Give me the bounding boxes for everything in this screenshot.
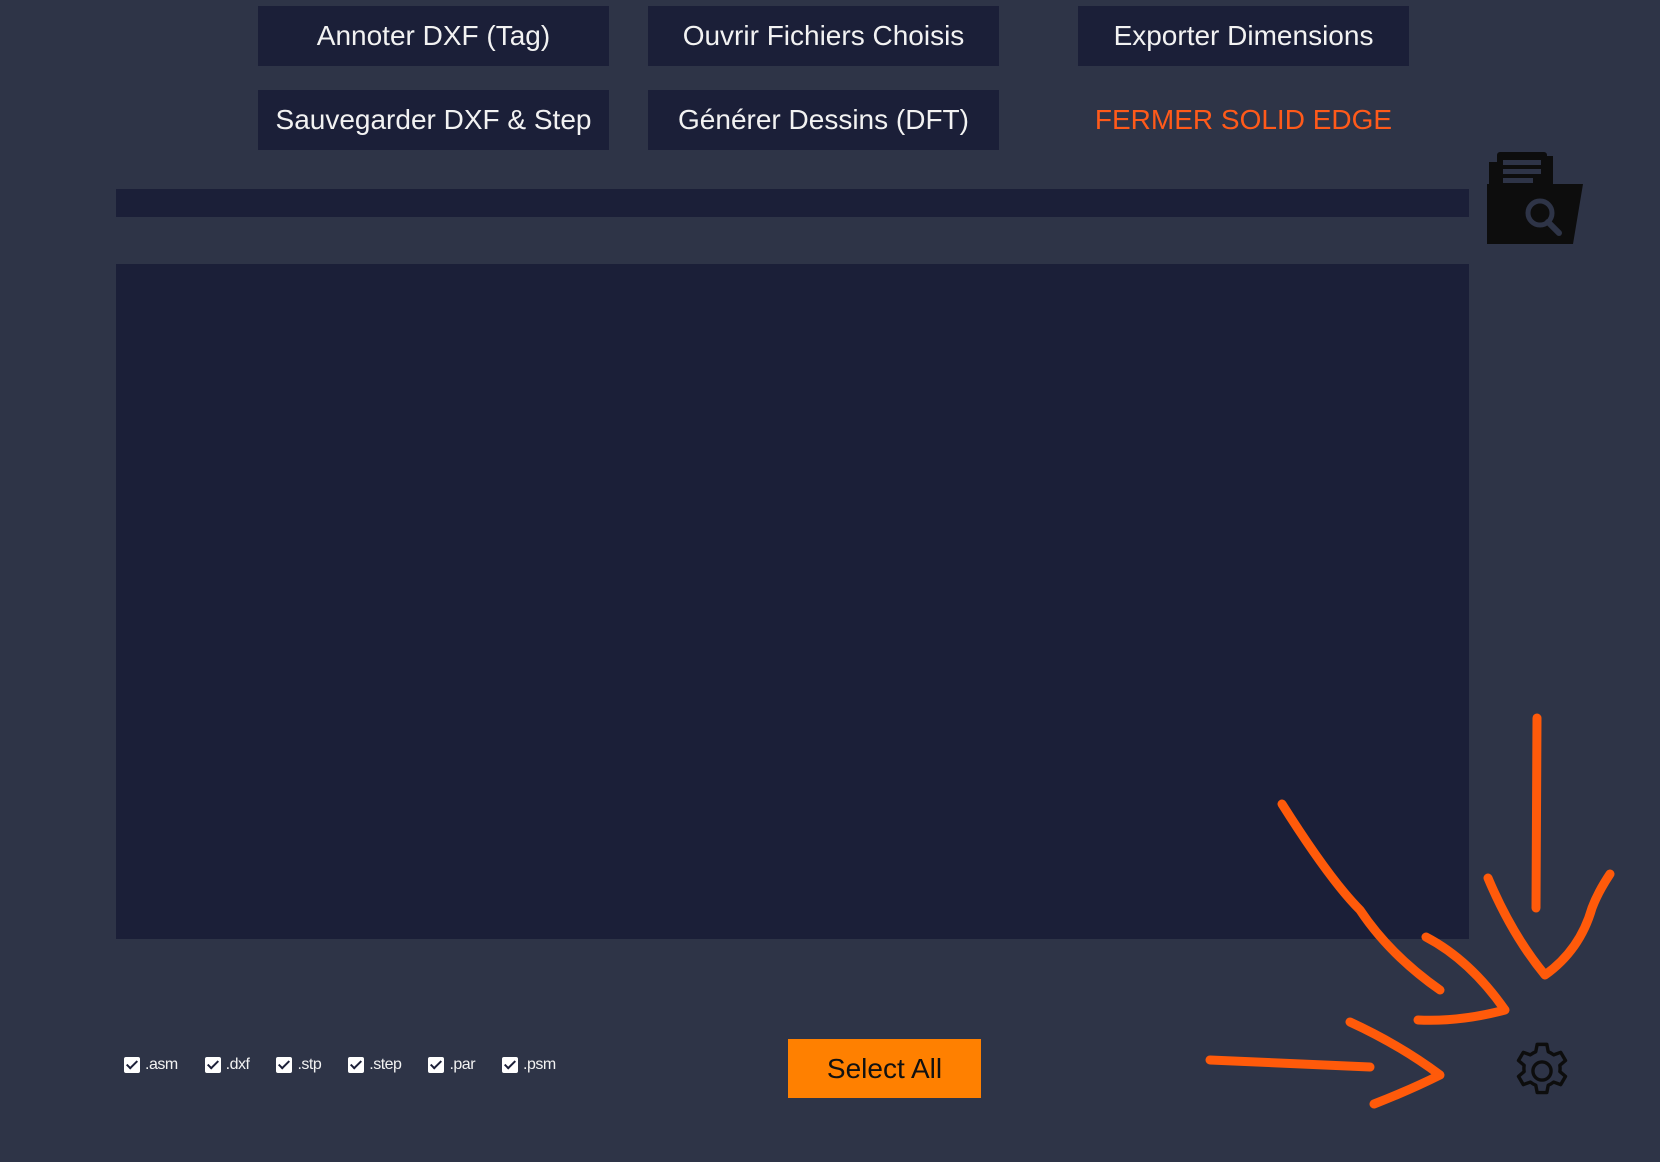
annotation-arrowhead-down — [1483, 869, 1615, 980]
filter-stp-label: .stp — [297, 1056, 322, 1073]
folder-path-field[interactable] — [116, 189, 1469, 217]
filter-par-label: .par — [449, 1056, 476, 1073]
generate-drawings-button[interactable]: Générer Dessins (DFT) — [648, 90, 999, 150]
filter-stp[interactable]: .stp — [276, 1056, 322, 1074]
save-dxf-step-label: Sauvegarder DXF & Step — [275, 104, 592, 135]
filter-asm-checkbox[interactable] — [124, 1057, 140, 1073]
filter-dxf[interactable]: .dxf — [204, 1056, 250, 1074]
select-all-label: Select All — [826, 1052, 943, 1084]
main-window: Annoter DXF (Tag) Ouvrir Fichiers Choisi… — [0, 0, 1660, 1162]
annotate-dxf-button[interactable]: Annoter DXF (Tag) — [258, 6, 609, 66]
annotation-arrow-down — [1531, 713, 1542, 913]
annotation-arrowhead-horizontal — [1345, 1017, 1445, 1109]
filter-dxf-checkbox[interactable] — [204, 1057, 221, 1073]
extension-filters: .asm .dxf .stp .step .par .psm — [124, 1054, 583, 1076]
generate-drawings-label: Générer Dessins (DFT) — [678, 104, 969, 135]
export-dimensions-button[interactable]: Exporter Dimensions — [1078, 6, 1409, 66]
filter-asm[interactable]: .asm — [124, 1056, 178, 1074]
filter-step-checkbox[interactable] — [348, 1057, 365, 1073]
filter-asm-label: .asm — [145, 1056, 178, 1073]
open-selected-files-button[interactable]: Ouvrir Fichiers Choisis — [648, 6, 999, 66]
filter-psm-label: .psm — [523, 1056, 556, 1073]
annotation-arrowhead-diagonal — [1413, 932, 1510, 1025]
open-selected-files-label: Ouvrir Fichiers Choisis — [682, 20, 965, 51]
file-list[interactable] — [116, 264, 1469, 939]
filter-par[interactable]: .par — [428, 1056, 476, 1074]
filter-dxf-label: .dxf — [225, 1056, 250, 1073]
filter-step-label: .step — [369, 1056, 402, 1073]
filter-stp-checkbox[interactable] — [276, 1057, 293, 1073]
filter-step[interactable]: .step — [348, 1056, 402, 1074]
select-all-button[interactable]: Select All — [788, 1039, 981, 1098]
close-solid-edge-button[interactable]: FERMER SOLID EDGE — [1078, 90, 1409, 150]
annotation-arrow-horizontal — [1205, 1055, 1375, 1072]
filter-psm-checkbox[interactable] — [502, 1057, 519, 1073]
folder-search-icon[interactable] — [1483, 152, 1588, 248]
export-dimensions-label: Exporter Dimensions — [1113, 20, 1374, 51]
save-dxf-step-button[interactable]: Sauvegarder DXF & Step — [258, 90, 609, 150]
gear-icon[interactable] — [1508, 1037, 1576, 1105]
annotate-dxf-label: Annoter DXF (Tag) — [316, 20, 551, 51]
close-solid-edge-label: FERMER SOLID EDGE — [1094, 104, 1393, 135]
filter-par-checkbox[interactable] — [428, 1057, 445, 1073]
filter-psm[interactable]: .psm — [502, 1056, 556, 1074]
